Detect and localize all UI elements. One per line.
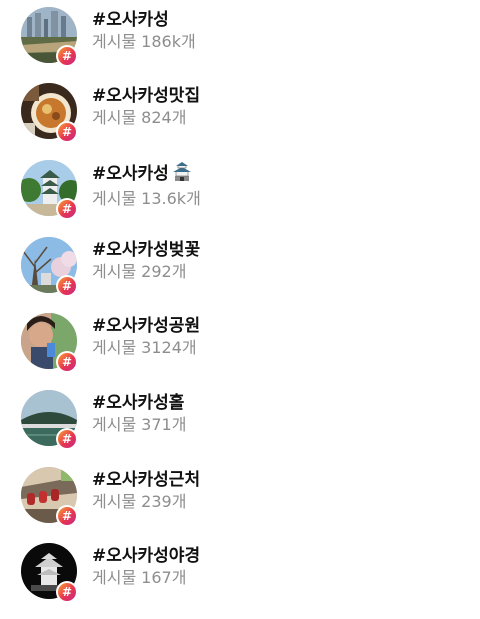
- hashtag-name: #오사카성공원: [92, 316, 201, 336]
- castle-emoji-icon: [171, 162, 193, 188]
- hashtag-avatar: #: [21, 237, 78, 297]
- hashtag-icon: #: [58, 200, 76, 218]
- hashtag-icon: #: [58, 430, 76, 448]
- hashtag-badge: #: [56, 581, 78, 603]
- hashtag-text-block: #오사카성공원 게시물 3124개: [92, 315, 202, 359]
- hashtag-badge: #: [56, 505, 78, 527]
- hashtag-name-text: #오사카성: [92, 164, 169, 184]
- hashtag-icon: #: [58, 277, 76, 295]
- hashtag-name: #오사카성맛집: [92, 86, 201, 106]
- hashtag-icon: #: [58, 353, 76, 371]
- hashtag-avatar: #: [21, 83, 78, 143]
- hashtag-badge: #: [56, 428, 78, 450]
- hashtag-row[interactable]: # #오사카성 게시물 186k개: [0, 7, 480, 83]
- hashtag-badge: #: [56, 45, 78, 67]
- hashtag-avatar: #: [21, 390, 78, 450]
- hashtag-avatar: #: [21, 467, 78, 527]
- post-count-label: 게시물: [92, 189, 137, 208]
- hashtag-row[interactable]: # #오사카성야경 게시물 167개: [0, 543, 480, 619]
- hashtag-badge: #: [56, 351, 78, 373]
- hashtag-row[interactable]: # #오사카성맛집 게시물 824개: [0, 83, 480, 159]
- hashtag-text-block: #오사카성야경 게시물 167개: [92, 545, 200, 589]
- post-count-label: 게시물: [92, 415, 137, 434]
- hashtag-text-block: #오사카성근처 게시물 239개: [92, 469, 200, 513]
- hashtag-name: #오사카성: [92, 10, 169, 30]
- hashtag-text-block: #오사카성홀 게시물 371개: [92, 392, 191, 436]
- post-count: 게시물 167개: [92, 567, 200, 589]
- post-count-value: 167개: [141, 568, 187, 587]
- post-count-label: 게시물: [92, 32, 137, 51]
- hashtag-name: #오사카성야경: [92, 546, 201, 566]
- hashtag-text-block: #오사카성 게시물 13.6k개: [92, 162, 206, 210]
- post-count: 게시물 292개: [92, 261, 200, 283]
- post-count-label: 게시물: [92, 492, 137, 511]
- hashtag-row[interactable]: # #오사카성근처 게시물 239개: [0, 467, 480, 543]
- post-count: 게시물 371개: [92, 414, 191, 436]
- post-count-value: 3124개: [141, 338, 197, 357]
- hashtag-row[interactable]: # #오사카성벚꽃 게시물 292개: [0, 237, 480, 313]
- post-count: 게시물 13.6k개: [92, 188, 206, 210]
- post-count-value: 186k개: [141, 32, 196, 51]
- post-count-label: 게시물: [92, 262, 137, 281]
- hashtag-icon: #: [58, 507, 76, 525]
- post-count-label: 게시물: [92, 108, 137, 127]
- hashtag-name: #오사카성근처: [92, 470, 201, 490]
- hashtag-results-list: # #오사카성 게시물 186k개 # #오사카성맛집 게시물 824개 # #…: [0, 0, 480, 612]
- hashtag-row[interactable]: # #오사카성공원 게시물 3124개: [0, 313, 480, 389]
- hashtag-text-block: #오사카성맛집 게시물 824개: [92, 85, 200, 129]
- hashtag-badge: #: [56, 275, 78, 297]
- hashtag-row[interactable]: # #오사카성홀 게시물 371개: [0, 390, 480, 466]
- hashtag-badge: #: [56, 198, 78, 220]
- post-count-value: 824개: [141, 108, 187, 127]
- hashtag-icon: #: [58, 47, 76, 65]
- post-count-value: 239개: [141, 492, 187, 511]
- hashtag-name: #오사카성벚꽃: [92, 240, 201, 260]
- hashtag-name: #오사카성홀: [92, 393, 185, 413]
- post-count: 게시물 239개: [92, 491, 200, 513]
- hashtag-avatar: #: [21, 543, 78, 603]
- hashtag-icon: #: [58, 583, 76, 601]
- post-count-label: 게시물: [92, 338, 137, 357]
- hashtag-name: #오사카성: [92, 162, 206, 188]
- post-count-label: 게시물: [92, 568, 137, 587]
- hashtag-text-block: #오사카성 게시물 186k개: [92, 9, 201, 53]
- post-count-value: 13.6k개: [141, 189, 201, 208]
- hashtag-avatar: #: [21, 160, 78, 220]
- hashtag-text-block: #오사카성벚꽃 게시물 292개: [92, 239, 200, 283]
- hashtag-icon: #: [58, 123, 76, 141]
- hashtag-row[interactable]: # #오사카성 게시물 13.6k개: [0, 160, 480, 236]
- post-count: 게시물 824개: [92, 107, 200, 129]
- hashtag-badge: #: [56, 121, 78, 143]
- hashtag-avatar: #: [21, 313, 78, 373]
- post-count-value: 371개: [141, 415, 187, 434]
- post-count-value: 292개: [141, 262, 187, 281]
- post-count: 게시물 186k개: [92, 31, 201, 53]
- hashtag-avatar: #: [21, 7, 78, 67]
- post-count: 게시물 3124개: [92, 337, 202, 359]
